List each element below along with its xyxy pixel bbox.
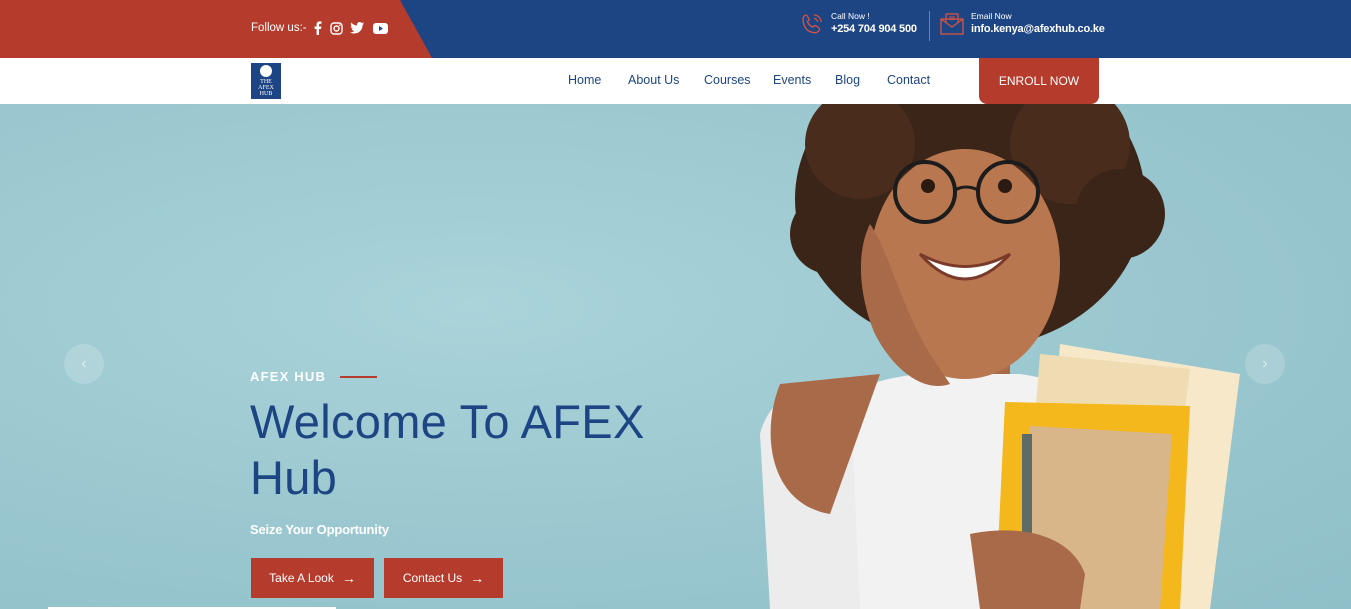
- chevron-left-icon: ‹: [81, 355, 87, 372]
- afex-hub-logo[interactable]: THE AFEX HUB: [251, 63, 281, 99]
- take-a-look-button[interactable]: Take A Look →: [251, 558, 374, 598]
- contact-divider: [929, 11, 930, 41]
- email-icon: [940, 13, 964, 35]
- nav-contact[interactable]: Contact: [887, 73, 930, 87]
- follow-us-label: Follow us:-: [251, 22, 307, 34]
- enroll-now-button[interactable]: ENROLL NOW: [979, 58, 1099, 104]
- nav-events[interactable]: Events: [773, 73, 811, 87]
- call-now-label: Call Now !: [831, 11, 870, 21]
- hero-student-image: [760, 104, 1240, 609]
- take-a-look-label: Take A Look: [269, 571, 334, 585]
- arrow-right-icon: →: [341, 570, 356, 586]
- eyebrow-accent-line: [340, 376, 377, 378]
- hero-slider: ‹ › AFEX HUB Welcome To AFEX Hub Seize Y…: [0, 104, 1351, 609]
- facebook-icon[interactable]: [309, 20, 325, 36]
- contact-us-button[interactable]: Contact Us →: [384, 558, 503, 598]
- hero-subline: Seize Your Opportunity: [250, 522, 389, 537]
- phone-icon: [802, 14, 822, 34]
- email-address[interactable]: info.kenya@afexhub.co.ke: [971, 22, 1105, 37]
- twitter-icon[interactable]: [349, 20, 365, 36]
- top-bar-social-panel: [0, 0, 432, 58]
- hero-headline: Welcome To AFEX Hub: [250, 395, 645, 504]
- call-now-block[interactable]: Call Now ! +254 704 904 500: [799, 11, 917, 37]
- logo-emblem-icon: [260, 65, 272, 77]
- slider-next-button[interactable]: ›: [1245, 344, 1285, 384]
- instagram-icon[interactable]: [328, 20, 344, 36]
- slider-prev-button[interactable]: ‹: [64, 344, 104, 384]
- chevron-right-icon: ›: [1262, 355, 1268, 372]
- contact-us-label: Contact Us: [402, 571, 463, 585]
- email-now-block[interactable]: Email Now info.kenya@afexhub.co.ke: [939, 11, 1105, 37]
- nav-home[interactable]: Home: [568, 73, 601, 87]
- arrow-right-icon: →: [470, 570, 485, 586]
- top-bar: Follow us:- Call Now ! +254 704 904 500 …: [0, 0, 1351, 58]
- hero-eyebrow: AFEX HUB: [250, 369, 327, 384]
- email-now-label: Email Now: [971, 11, 1012, 21]
- youtube-icon[interactable]: [372, 20, 388, 36]
- nav-about-us[interactable]: About Us: [628, 73, 679, 87]
- nav-courses[interactable]: Courses: [704, 73, 751, 87]
- nav-blog[interactable]: Blog: [835, 73, 860, 87]
- phone-number[interactable]: +254 704 904 500: [831, 22, 917, 37]
- logo-line-3: HUB: [259, 91, 273, 97]
- main-navbar: THE AFEX HUB Home About Us Courses Event…: [0, 58, 1351, 104]
